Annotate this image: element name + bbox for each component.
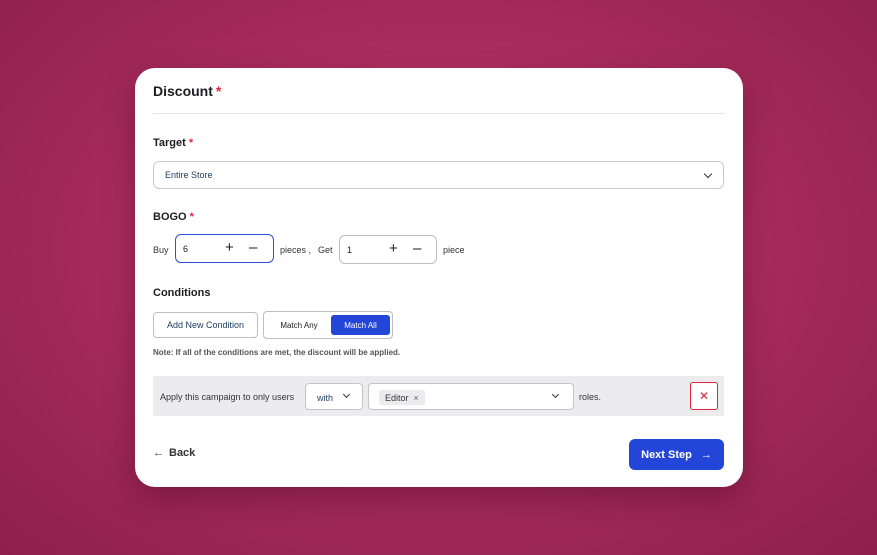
role-tag: Editor × [379, 390, 425, 405]
get-quantity-stepper[interactable]: 1 + – [339, 235, 437, 264]
target-label: Target * [153, 137, 193, 149]
get-quantity-value: 1 [347, 245, 353, 255]
plus-icon[interactable]: + [389, 241, 398, 257]
conditions-note: Note: If all of the conditions are met, … [153, 348, 401, 357]
condition-suffix: roles. [579, 392, 602, 402]
target-select[interactable]: Entire Store [153, 161, 724, 189]
backdrop: Discount * Target * Entire Store BOGO * Buy… [0, 0, 877, 555]
buy-quantity-value: 6 [183, 244, 189, 254]
card-title-text: Discount [153, 83, 213, 99]
match-all-option[interactable]: Match All [331, 315, 390, 335]
target-select-value: Entire Store [165, 170, 213, 180]
next-step-label: Next Step [641, 448, 692, 461]
back-label: Back [169, 447, 196, 459]
condition-prefix: Apply this campaign to only users [160, 392, 295, 402]
minus-icon[interactable]: – [413, 241, 421, 257]
title-divider [153, 113, 725, 114]
conditions-label: Conditions [153, 287, 211, 299]
match-toggle: Match Any Match All [263, 311, 393, 339]
get-label: Get [318, 245, 333, 255]
chevron-down-icon [703, 169, 713, 179]
arrow-right-icon: → [700, 448, 712, 461]
condition-row: Apply this campaign to only users with E… [153, 376, 724, 416]
chevron-down-icon [342, 390, 351, 399]
bogo-label-text: BOGO [153, 211, 187, 223]
required-mark: * [188, 137, 194, 149]
chevron-down-icon [551, 390, 560, 399]
pieces-label: pieces , [280, 245, 312, 255]
operator-select[interactable]: with [305, 383, 363, 410]
buy-quantity-stepper[interactable]: 6 + – [175, 234, 274, 263]
buy-label: Buy [153, 245, 169, 255]
required-mark: * [215, 83, 222, 99]
piece-label: piece [443, 245, 465, 255]
minus-icon[interactable]: – [249, 240, 257, 256]
add-condition-button[interactable]: Add New Condition [153, 312, 258, 338]
next-step-button[interactable]: Next Step → [629, 439, 724, 470]
back-button[interactable]: ← Back [153, 447, 195, 459]
target-label-text: Target [153, 137, 186, 149]
delete-condition-button[interactable]: ✕ [690, 382, 718, 410]
tag-remove-icon[interactable]: × [414, 393, 419, 403]
role-tag-label: Editor [385, 392, 409, 403]
arrow-left-icon: ← [153, 447, 164, 459]
plus-icon[interactable]: + [225, 240, 234, 256]
match-any-option[interactable]: Match Any [268, 315, 330, 335]
required-mark: * [189, 211, 194, 223]
operator-value: with [317, 393, 334, 403]
bogo-label: BOGO * [153, 211, 194, 223]
roles-select[interactable]: Editor × [368, 383, 574, 410]
close-icon: ✕ [698, 389, 710, 403]
card-title: Discount * [153, 83, 221, 99]
discount-card: Discount * Target * Entire Store BOGO * Buy… [135, 68, 743, 487]
